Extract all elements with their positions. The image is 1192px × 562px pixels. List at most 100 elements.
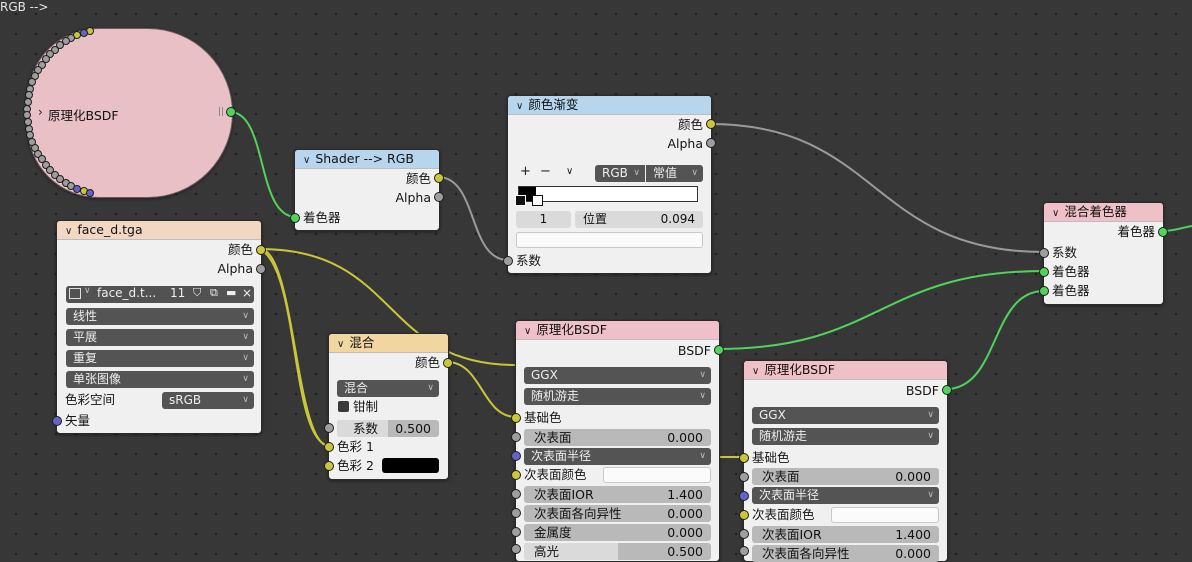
bsdf1-subsurface-ior-socket[interactable] bbox=[511, 489, 521, 499]
bsdf2-output-socket[interactable] bbox=[942, 385, 952, 395]
chevron-down-icon[interactable]: ∨ bbox=[84, 286, 91, 296]
colorspace-select[interactable]: sRGB ∨ bbox=[162, 392, 254, 409]
extension-select[interactable]: 重复 ∨ bbox=[66, 350, 254, 367]
shader-rgb-color-socket[interactable] bbox=[434, 173, 444, 183]
ramp-fac-socket[interactable] bbox=[503, 256, 513, 266]
distribution-select[interactable]: GGX ∨ bbox=[752, 407, 939, 424]
bsdf1-subsurface-radius-socket[interactable] bbox=[511, 451, 521, 461]
mix-color-socket[interactable] bbox=[443, 358, 453, 368]
collapsed-node-output-socket[interactable] bbox=[226, 107, 236, 117]
subsurface-ior-field[interactable]: 次表面IOR 1.400 bbox=[524, 486, 711, 503]
fake-user-shield-icon[interactable]: ⛉ bbox=[193, 286, 201, 300]
subsurface-aniso-field[interactable]: 次表面各向异性 0.000 bbox=[524, 505, 711, 522]
bsdf1-output-socket[interactable] bbox=[714, 345, 724, 355]
users-count[interactable]: 11 bbox=[170, 286, 185, 300]
chevron-down-icon[interactable]: ∨ bbox=[65, 226, 72, 237]
mix-shader-output-socket[interactable] bbox=[1158, 227, 1168, 237]
node-header[interactable]: ∨ 原理化BSDF bbox=[516, 321, 719, 340]
sss-method-select[interactable]: 随机游走 ∨ bbox=[524, 388, 711, 405]
fac-slider[interactable]: 系数 0.500 bbox=[337, 420, 439, 437]
shader-rgb-alpha-socket[interactable] bbox=[434, 192, 444, 202]
stop-color-swatch[interactable] bbox=[516, 232, 703, 248]
chevron-down-icon[interactable]: ∨ bbox=[524, 326, 531, 337]
bsdf2-subsurface-radius-socket[interactable] bbox=[739, 491, 749, 501]
stop-index-field[interactable]: 1 bbox=[516, 211, 571, 228]
subsurface-radius-label: 次表面半径 bbox=[759, 488, 820, 502]
duplicate-icon[interactable]: ⧉ bbox=[210, 286, 218, 300]
mix-color1-socket[interactable] bbox=[324, 442, 334, 452]
subsurface-radius-select[interactable]: 次表面半径 ∨ bbox=[752, 487, 939, 504]
chevron-right-icon[interactable]: › bbox=[38, 105, 43, 119]
blend-mode-select[interactable]: 混合 ∨ bbox=[337, 380, 439, 397]
bsdf1-subsurface-color-socket[interactable] bbox=[511, 470, 521, 480]
interpolation-select[interactable]: 线性 ∨ bbox=[66, 308, 254, 325]
image-selector[interactable]: ∨ face_d.t... 11 ⛉ ⧉ ▬ × bbox=[66, 286, 254, 303]
shader-rgb-shader-socket[interactable] bbox=[290, 213, 300, 223]
chevron-down-icon[interactable]: ∨ bbox=[516, 101, 523, 112]
shader-to-rgb-node[interactable]: ∨ Shader --> RGB 颜色 Alpha 着色器 bbox=[294, 149, 440, 231]
mix-shader-node[interactable]: ∨ 混合着色器 着色器 系数 着色器 着色器 bbox=[1043, 202, 1164, 305]
subsurface-field[interactable]: 次表面 0.000 bbox=[752, 468, 939, 485]
color-ramp-node[interactable]: ∨ 颜色渐变 颜色 Alpha + − ∨ RGB ∨ 常值 ∨ 1 位置 0.094 … bbox=[507, 95, 712, 274]
metallic-field[interactable]: 金属度 0.000 bbox=[524, 524, 711, 541]
sss-method-select[interactable]: 随机游走 ∨ bbox=[752, 428, 939, 445]
mix-shader-shader1-socket[interactable] bbox=[1039, 267, 1049, 277]
chevron-down-icon[interactable]: ∨ bbox=[1052, 208, 1059, 219]
close-icon[interactable]: × bbox=[242, 286, 252, 300]
node-header[interactable]: ∨ face_d.tga bbox=[57, 221, 261, 240]
bsdf1-metallic-socket[interactable] bbox=[511, 527, 521, 537]
bsdf2-subsurface-ior-socket[interactable] bbox=[739, 529, 749, 539]
tex-alpha-socket[interactable] bbox=[256, 264, 266, 274]
bsdf2-base-color-socket[interactable] bbox=[739, 453, 749, 463]
ramp-menu-button[interactable]: ∨ bbox=[566, 166, 573, 177]
ramp-color-socket[interactable] bbox=[706, 119, 716, 129]
color2-swatch[interactable] bbox=[382, 458, 439, 473]
subsurface-color-swatch[interactable] bbox=[603, 467, 711, 483]
tex-color-socket[interactable] bbox=[256, 245, 266, 255]
bsdf1-subsurface-socket[interactable] bbox=[511, 432, 521, 442]
chevron-down-icon[interactable]: ∨ bbox=[303, 155, 310, 166]
ramp-alpha-socket[interactable] bbox=[706, 138, 716, 148]
principled-bsdf-node-2[interactable]: ∨ 原理化BSDF BSDF GGX ∨ 随机游走 ∨ 基础色 次表面 0.000 次表… bbox=[743, 360, 948, 562]
projection-select[interactable]: 平展 ∨ bbox=[66, 329, 254, 346]
color-stop-handle-selected[interactable] bbox=[532, 195, 543, 206]
bsdf1-base-color-socket[interactable] bbox=[511, 413, 521, 423]
node-header[interactable]: ∨ 混合着色器 bbox=[1044, 203, 1163, 222]
chevron-down-icon[interactable]: ∨ bbox=[337, 339, 344, 350]
bsdf2-subsurface-color-socket[interactable] bbox=[739, 510, 749, 520]
mix-rgb-node[interactable]: ∨ 混合 颜色 混合 ∨ 钳制 系数 0.500 色彩 1 色彩 2 bbox=[328, 333, 449, 480]
subsurface-color-swatch[interactable] bbox=[831, 507, 939, 523]
node-header[interactable]: ∨ 原理化BSDF bbox=[744, 361, 947, 380]
tex-vector-socket[interactable] bbox=[52, 416, 62, 426]
add-stop-button[interactable]: + bbox=[520, 164, 531, 179]
node-header[interactable]: ∨ 混合 bbox=[329, 334, 448, 353]
bsdf1-subsurface-aniso-socket[interactable] bbox=[511, 508, 521, 518]
subsurface-aniso-field[interactable]: 次表面各向异性 0.000 bbox=[752, 545, 939, 562]
color-stop-handle[interactable] bbox=[515, 195, 526, 206]
bsdf2-subsurface-aniso-socket[interactable] bbox=[739, 546, 749, 556]
node-header[interactable]: ∨ Shader --> RGB bbox=[295, 150, 439, 169]
mix-shader-fac-socket[interactable] bbox=[1039, 248, 1049, 258]
image-name[interactable]: face_d.t... bbox=[97, 286, 156, 300]
open-folder-icon[interactable]: ▬ bbox=[226, 286, 236, 299]
chevron-down-icon[interactable]: ∨ bbox=[752, 366, 759, 377]
mix-fac-socket[interactable] bbox=[324, 423, 334, 433]
subsurface-radius-select[interactable]: 次表面半径 ∨ bbox=[524, 448, 711, 465]
gradient-preview[interactable] bbox=[518, 186, 698, 202]
image-texture-node[interactable]: ∨ face_d.tga 颜色 Alpha ∨ face_d.t... 11 ⛉ … bbox=[56, 220, 262, 434]
mix-shader-shader2-socket[interactable] bbox=[1039, 286, 1049, 296]
subsurface-ior-field[interactable]: 次表面IOR 1.400 bbox=[752, 526, 939, 543]
mix-color2-socket[interactable] bbox=[324, 461, 334, 471]
source-select[interactable]: 单张图像 ∨ bbox=[66, 371, 254, 388]
bsdf2-subsurface-socket[interactable] bbox=[739, 472, 749, 482]
bsdf1-specular-socket[interactable] bbox=[511, 544, 521, 554]
color-mode-select[interactable]: RGB ∨ bbox=[595, 165, 645, 182]
interpolation-select[interactable]: 常值 ∨ bbox=[646, 165, 703, 182]
node-header[interactable]: ∨ 颜色渐变 bbox=[508, 96, 711, 115]
principled-bsdf-node-1[interactable]: ∨ 原理化BSDF BSDF GGX ∨ 随机游走 ∨ 基础色 次表面 0.000 次表… bbox=[515, 320, 720, 562]
subsurface-field[interactable]: 次表面 0.000 bbox=[524, 429, 711, 446]
remove-stop-button[interactable]: − bbox=[540, 164, 551, 179]
distribution-select[interactable]: GGX ∨ bbox=[524, 367, 711, 384]
position-field[interactable]: 位置 0.094 bbox=[575, 211, 703, 228]
image-icon[interactable] bbox=[69, 288, 81, 299]
